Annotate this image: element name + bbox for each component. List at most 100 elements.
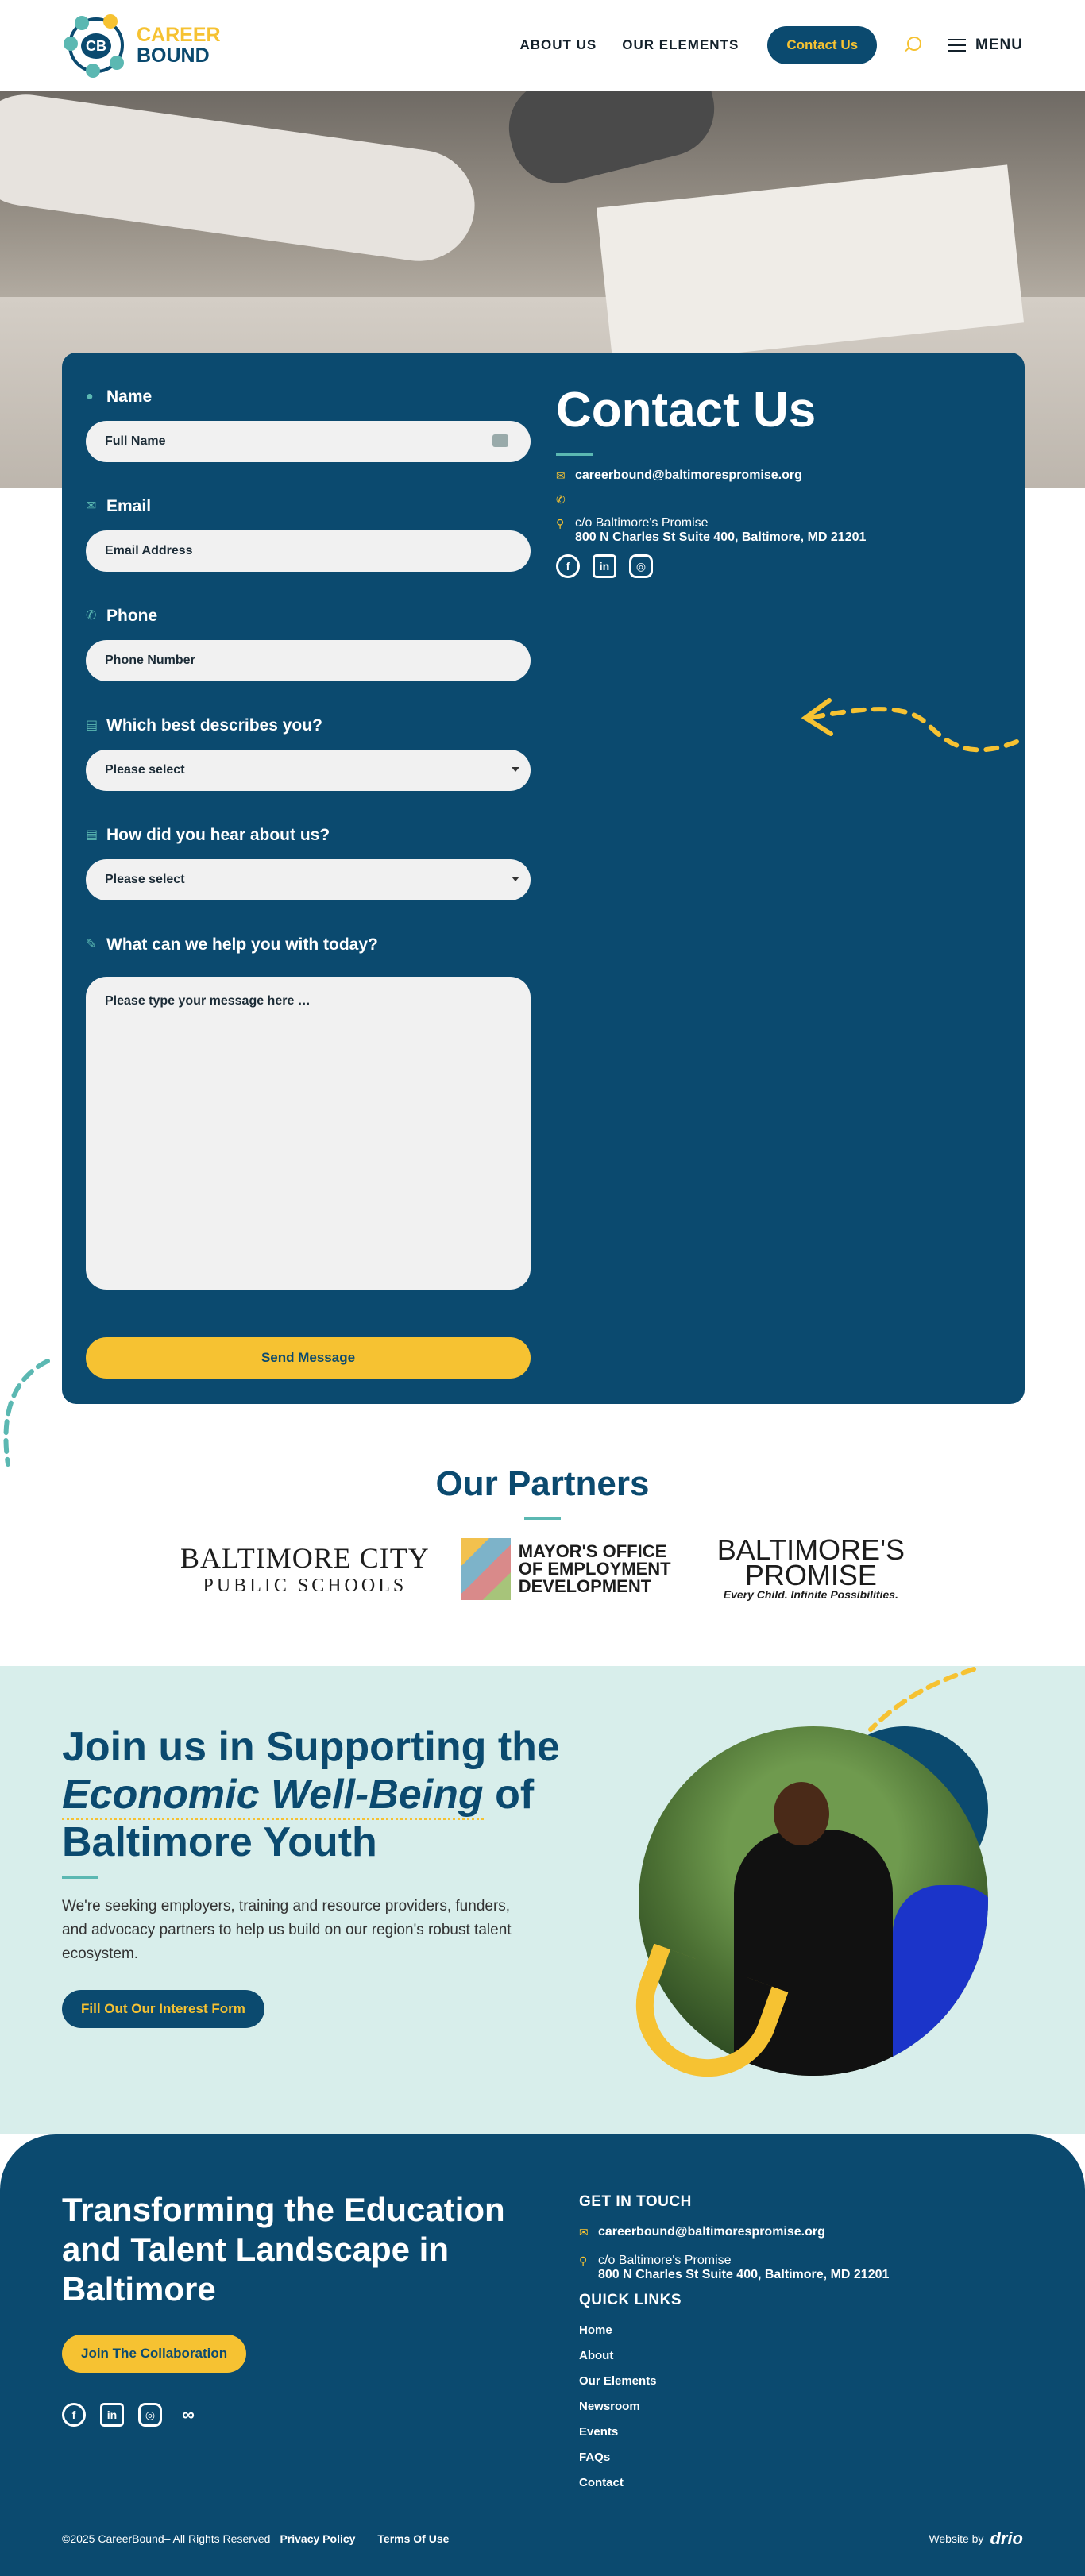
name-input[interactable]: Full Name — [86, 421, 531, 462]
footer-email-link[interactable]: careerbound@baltimorespromise.org — [598, 2225, 825, 2239]
quick-links: Home About Our Elements Newsroom Events … — [579, 2323, 1024, 2489]
logo-mark-icon: CB — [62, 11, 130, 79]
search-icon[interactable] — [902, 35, 923, 56]
footer-address-line2: 800 N Charles St Suite 400, Baltimore, M… — [598, 2268, 890, 2281]
chevron-down-icon — [512, 877, 519, 881]
contact-card: ● Name Full Name ✉ Email Email Address ✆… — [62, 353, 1025, 1404]
footer-right: GET IN TOUCH ✉ careerbound@baltimorespro… — [579, 2193, 1024, 2501]
hear-label: ▤ How did you hear about us? — [86, 826, 330, 844]
moed-mark-icon — [461, 1538, 511, 1600]
agency-logo[interactable]: drio — [990, 2528, 1023, 2549]
join-section: Join us in Supporting the Economic Well-… — [0, 1666, 1085, 2134]
message-textarea[interactable]: Please type your message here … — [86, 977, 531, 1290]
logo-text-career: CAREER — [137, 24, 221, 46]
footer-address-line1: c/o Baltimore's Promise — [598, 2254, 732, 2267]
menu-button[interactable]: MENU — [948, 37, 1023, 54]
partners-title: Our Partners — [435, 1464, 650, 1503]
email-input[interactable]: Email Address — [86, 530, 531, 572]
contact-address-row: ⚲ c/o Baltimore's Promise 800 N Charles … — [556, 516, 1001, 545]
moed-logo[interactable]: MAYOR'S OFFICE OF EMPLOYMENT DEVELOPMENT — [461, 1538, 685, 1600]
phone-icon: ✆ — [556, 493, 566, 506]
contact-title: Contact Us — [556, 383, 817, 438]
interest-form-button[interactable]: Fill Out Our Interest Form — [62, 1990, 264, 2028]
quick-link-contact[interactable]: Contact — [579, 2476, 1024, 2489]
phone-icon: ✆ — [86, 609, 97, 623]
get-in-touch-heading: GET IN TOUCH — [579, 2193, 692, 2210]
address-line2: 800 N Charles St Suite 400, Baltimore, M… — [575, 530, 867, 544]
bcps-logo[interactable]: BALTIMORE CITY PUBLIC SCHOOLS — [180, 1541, 430, 1597]
copyright-text: ©2025 CareerBound– All Rights Reserved — [62, 2532, 271, 2545]
contact-email-link[interactable]: careerbound@baltimorespromise.org — [575, 469, 802, 483]
edit-icon: ✎ — [86, 938, 97, 951]
logo-text-bound: BOUND — [137, 44, 210, 67]
social-links: f in ◎ — [556, 554, 1001, 578]
baltimores-promise-logo[interactable]: BALTIMORE'S PROMISE Every Child. Infinit… — [717, 1536, 905, 1602]
describe-label: ▤ Which best describes you? — [86, 716, 322, 735]
hear-select[interactable]: Please select — [86, 859, 531, 900]
chevron-down-icon — [512, 767, 519, 772]
help-label: ✎ What can we help you with today? — [86, 935, 378, 954]
email-label: ✉ Email — [86, 497, 152, 515]
hamburger-icon — [948, 39, 967, 52]
person-icon: ● — [86, 390, 94, 403]
partners-underline — [524, 1517, 561, 1520]
quick-link-events[interactable]: Events — [579, 2425, 1024, 2439]
phone-label: ✆ Phone — [86, 607, 158, 625]
nav-about-us[interactable]: ABOUT US — [519, 37, 597, 53]
autofill-icon — [492, 434, 508, 447]
describe-select[interactable]: Please select — [86, 750, 531, 791]
quick-link-faqs[interactable]: FAQs — [579, 2451, 1024, 2464]
quick-link-about[interactable]: About — [579, 2349, 1024, 2362]
site-header: CB CAREER BOUND ABOUT US OUR ELEMENTS Co… — [0, 0, 1085, 91]
footer-title: Transforming the Education and Talent La… — [62, 2191, 505, 2308]
address-line1: c/o Baltimore's Promise — [575, 516, 709, 530]
graduates-photo — [616, 1726, 988, 2097]
location-pin-icon: ⚲ — [556, 517, 565, 530]
list-icon: ▤ — [86, 719, 98, 732]
contact-email-row: ✉ careerbound@baltimorespromise.org — [556, 469, 1001, 483]
envelope-icon: ✉ — [556, 469, 566, 482]
terms-of-use-link[interactable]: Terms Of Use — [377, 2532, 449, 2545]
location-pin-icon: ⚲ — [579, 2254, 588, 2267]
website-by-text: Website by — [929, 2532, 984, 2545]
footer-address-row: ⚲ c/o Baltimore's Promise 800 N Charles … — [579, 2254, 1024, 2282]
decorative-arrow-icon — [801, 698, 1019, 753]
contact-form: ● Name Full Name ✉ Email Email Address ✆… — [86, 388, 531, 1379]
quick-link-home[interactable]: Home — [579, 2323, 1024, 2337]
envelope-icon: ✉ — [579, 2226, 589, 2239]
footer-bottom-bar: ©2025 CareerBound– All Rights Reserved P… — [62, 2528, 1023, 2549]
contact-info: Contact Us ✉ careerbound@baltimorespromi… — [556, 383, 1001, 578]
instagram-icon[interactable]: ◎ — [629, 554, 653, 578]
menu-label: MENU — [975, 37, 1023, 53]
name-label: ● Name — [86, 388, 153, 406]
title-underline — [556, 453, 593, 456]
careerbound-logo[interactable]: CB CAREER BOUND — [62, 11, 221, 79]
instagram-icon[interactable]: ◎ — [138, 2403, 162, 2427]
footer-email-row: ✉ careerbound@baltimorespromise.org — [579, 2225, 1024, 2239]
contact-section: ● Name Full Name ✉ Email Email Address ✆… — [0, 91, 1085, 1467]
join-title: Join us in Supporting the Economic Well-… — [62, 1724, 560, 1865]
nav-our-elements[interactable]: OUR ELEMENTS — [622, 37, 739, 53]
list-icon: ▤ — [86, 828, 98, 842]
linkedin-icon[interactable]: in — [100, 2403, 124, 2427]
send-message-button[interactable]: Send Message — [86, 1337, 531, 1379]
quick-link-newsroom[interactable]: Newsroom — [579, 2400, 1024, 2413]
linkedin-icon[interactable]: in — [593, 554, 616, 578]
nav-contact-button[interactable]: Contact Us — [767, 26, 878, 64]
quick-link-elements[interactable]: Our Elements — [579, 2374, 1024, 2388]
contact-phone-row: ✆ — [556, 492, 1001, 507]
facebook-icon[interactable]: f — [62, 2403, 86, 2427]
facebook-icon[interactable]: f — [556, 554, 580, 578]
join-body: We're seeking employers, training and re… — [62, 1898, 512, 1962]
phone-input[interactable]: Phone Number — [86, 640, 531, 681]
join-underline — [62, 1876, 98, 1879]
site-footer: Transforming the Education and Talent La… — [0, 2134, 1085, 2576]
link-icon[interactable]: ∞ — [176, 2403, 200, 2427]
quick-links-heading: QUICK LINKS — [579, 2292, 682, 2308]
join-collaboration-button[interactable]: Join The Collaboration — [62, 2335, 247, 2373]
decorative-dash-icon — [868, 1667, 976, 1732]
envelope-icon: ✉ — [86, 499, 97, 513]
partners-section: Our Partners BALTIMORE CITY PUBLIC SCHOO… — [0, 1404, 1085, 1666]
privacy-policy-link[interactable]: Privacy Policy — [280, 2532, 355, 2545]
main-nav: ABOUT US OUR ELEMENTS Contact Us MENU — [519, 26, 1023, 64]
